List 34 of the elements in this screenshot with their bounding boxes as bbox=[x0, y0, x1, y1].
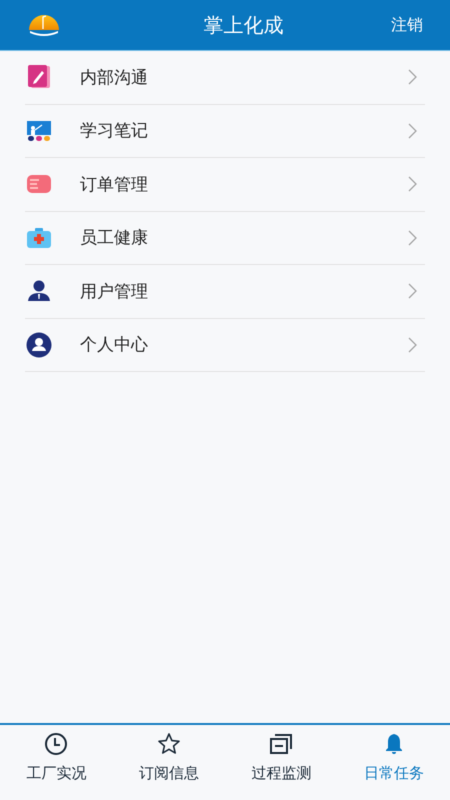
menu-item[interactable]: 用户管理 bbox=[25, 265, 425, 318]
chevron-icon bbox=[408, 283, 417, 300]
card-icon bbox=[26, 174, 52, 194]
menu-label: 员工健康 bbox=[80, 227, 149, 250]
chevron-icon bbox=[408, 122, 417, 139]
menu-label: 学习笔记 bbox=[80, 120, 149, 142]
logout-button[interactable]: 注销 bbox=[391, 14, 423, 36]
clock-icon bbox=[44, 732, 68, 756]
menu-label: 订单管理 bbox=[80, 174, 149, 196]
teacher-icon bbox=[26, 120, 52, 142]
menu-item[interactable]: 学习笔记 bbox=[25, 104, 425, 158]
windows-icon bbox=[269, 732, 294, 756]
first-aid-kit-icon bbox=[26, 226, 52, 249]
tab[interactable]: 订阅信息 bbox=[112, 725, 225, 800]
menu-label: 内部沟通 bbox=[80, 66, 149, 89]
logo-icon bbox=[28, 12, 60, 38]
star-icon bbox=[156, 732, 181, 756]
menu-item[interactable]: 个人中心 bbox=[25, 318, 425, 372]
menu-item[interactable]: 订单管理 bbox=[25, 158, 425, 212]
tab[interactable]: 日常任务 bbox=[338, 725, 450, 800]
user-icon bbox=[26, 280, 52, 302]
menu-item[interactable]: 内部沟通 bbox=[25, 51, 425, 104]
chevron-icon bbox=[408, 336, 417, 353]
chevron-icon bbox=[408, 69, 417, 86]
tab[interactable]: 工厂实况 bbox=[0, 725, 112, 800]
notebook-icon bbox=[26, 64, 52, 90]
chevron-icon bbox=[408, 176, 417, 192]
tab[interactable]: 过程监测 bbox=[225, 725, 338, 800]
chevron-icon bbox=[408, 230, 417, 246]
menu-label: 个人中心 bbox=[80, 334, 149, 356]
menu-item[interactable]: 员工健康 bbox=[25, 212, 425, 265]
profile-icon bbox=[26, 332, 52, 358]
app-title: 掌上化成 bbox=[204, 12, 284, 38]
menu-label: 用户管理 bbox=[80, 280, 149, 303]
